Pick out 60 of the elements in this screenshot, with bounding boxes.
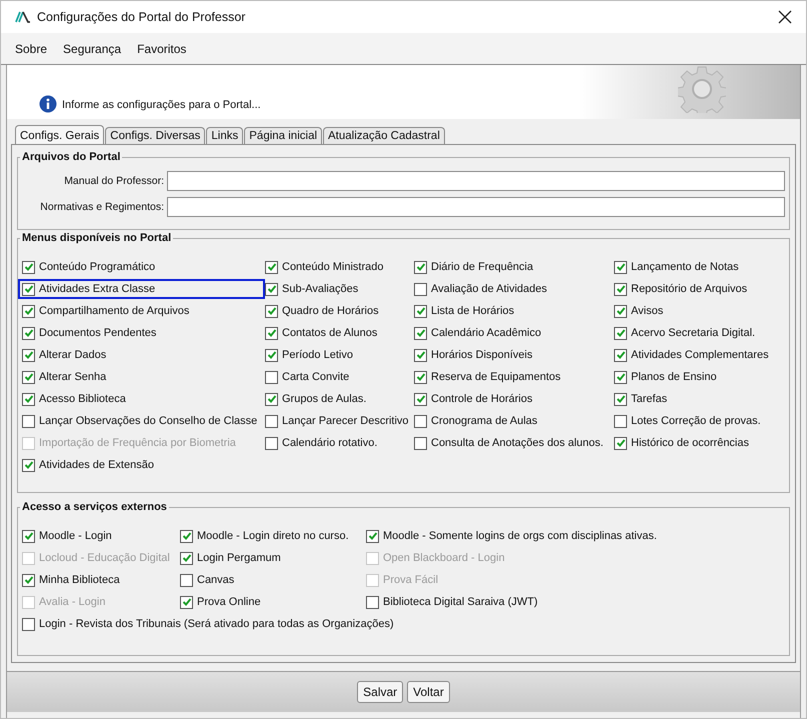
checkmark-icon	[266, 394, 276, 404]
menu-item[interactable]: Sobre	[15, 42, 48, 56]
checkmark-icon	[182, 597, 192, 607]
checkmark-icon	[616, 284, 626, 294]
tab[interactable]: Links	[206, 127, 244, 144]
footer-button[interactable]: Voltar	[407, 681, 450, 703]
checkmark-icon	[266, 262, 276, 272]
group-title: Arquivos do Portal	[21, 151, 122, 163]
checkmark-icon	[616, 328, 626, 338]
footer-button[interactable]: Salvar	[357, 681, 404, 703]
field-label: Manual do Professor:	[63, 175, 165, 187]
checkmark-icon	[616, 438, 626, 448]
checkmark-icon	[24, 372, 34, 382]
checkbox-option[interactable]: Atividades Extra Classe	[18, 279, 265, 299]
menu-item[interactable]: Favoritos	[137, 42, 186, 56]
checkmark-icon	[416, 262, 426, 272]
checkmark-icon	[616, 306, 626, 316]
checkmark-icon	[416, 394, 426, 404]
checkmark-icon	[24, 284, 34, 294]
checkmark-icon	[24, 531, 34, 541]
checkmark-icon	[24, 262, 34, 272]
window-title: Configurações do Portal do Professor	[37, 10, 246, 24]
checkmark-icon	[616, 394, 626, 404]
checkmark-icon	[24, 460, 34, 470]
group-title: Menus disponíveis no Portal	[21, 232, 172, 244]
tab[interactable]: Atualização Cadastral	[323, 127, 445, 144]
checkmark-icon	[416, 372, 426, 382]
menu-item[interactable]: Segurança	[63, 42, 122, 56]
gear-icon	[678, 65, 726, 113]
checkmark-icon	[616, 350, 626, 360]
checkmark-icon	[416, 350, 426, 360]
checkmark-icon	[266, 350, 276, 360]
input-field[interactable]	[167, 197, 785, 217]
field-label: Normativas e Regimentos:	[39, 201, 165, 213]
checkmark-icon	[416, 328, 426, 338]
checkmark-icon	[182, 553, 192, 563]
tab[interactable]: Página inicial	[244, 127, 322, 144]
input-field[interactable]	[167, 171, 785, 191]
checkmark-icon	[24, 350, 34, 360]
app-logo-icon	[15, 11, 31, 23]
tab[interactable]: Configs. Diversas	[105, 127, 206, 144]
group-title: Acesso a serviços externos	[21, 501, 168, 513]
checkmark-icon	[266, 306, 276, 316]
checkmark-icon	[24, 394, 34, 404]
checkmark-icon	[266, 284, 276, 294]
checkmark-icon	[416, 306, 426, 316]
checkmark-icon	[24, 306, 34, 316]
close-icon[interactable]	[778, 10, 792, 24]
checkmark-icon	[182, 531, 192, 541]
checkbox-option[interactable]: Atividades de Extensão	[18, 455, 265, 475]
checkmark-icon	[616, 372, 626, 382]
checkmark-icon	[24, 328, 34, 338]
checkmark-icon	[24, 575, 34, 585]
checkbox-option[interactable]: Login - Revista dos Tribunais (Será ativado para todas as Organizações)	[18, 614, 398, 634]
info-icon	[39, 95, 57, 113]
tab[interactable]: Configs. Gerais	[15, 125, 104, 144]
info-message: Informe as configurações para o Portal...	[62, 99, 262, 113]
checkmark-icon	[266, 328, 276, 338]
checkmark-icon	[368, 531, 378, 541]
checkmark-icon	[616, 262, 626, 272]
